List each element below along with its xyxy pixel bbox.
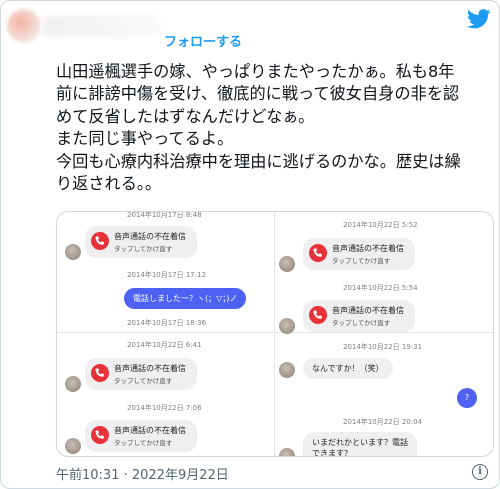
chat-timestamp: 2014年10月22日 19:31 [343,343,423,351]
missed-call-subtitle: タップしてかけ直す [114,439,173,447]
missed-call-bubble: 音声通話の不在着信 タップしてかけ直す [85,420,197,452]
tweet-line: り返される。。 [56,174,162,194]
avatar [65,438,81,454]
missed-call-icon [309,306,327,324]
missed-call-bubble: 音声通話の不在着信 タップしてかけ直す [303,238,415,270]
missed-call-bubble: 音声通話の不在着信 タップしてかけ直す [85,358,197,390]
missed-call-icon [309,244,327,262]
avatar [279,256,295,272]
author-name[interactable] [41,15,161,37]
author-avatar[interactable] [7,9,41,43]
missed-call-icon [91,232,109,250]
chat-timestamp: 2014年10月17日 18:36 [127,319,207,327]
divider [274,212,275,456]
tweet-timestamp[interactable]: 午前10:31 · 2022年9月22日 [56,464,229,483]
tweet-line: めて反省したはずなんだけどなぁ。 [56,106,315,126]
tweet-line: 前に誹謗中傷を受け、徹底的に戦って彼女自身の非を認 [56,84,460,104]
chat-timestamp: 2014年10月17日 8:48 [127,211,202,219]
message-line: いまだれかといます？電話 [312,438,408,447]
avatar [65,244,81,260]
missed-call-subtitle: タップしてかけ直す [114,377,173,385]
tweet-text: 山田遥楓選手の嫁、やっぱりまたやったかぁ。私も8年 前に誹謗中傷を受け、徹底的に… [56,61,496,195]
divider [57,332,493,333]
missed-call-title: 音声通話の不在着信 [332,244,404,253]
missed-call-subtitle: タップしてかけ直す [332,257,391,265]
missed-call-subtitle: タップしてかけ直す [114,245,173,253]
missed-call-bubble: 音声通話の不在着信 タップしてかけ直す [85,226,197,258]
sent-message-bubble: ? [457,388,477,408]
tweet-line: 今回も心療内科治療中を理由に逃げるのかな。歴史は繰 [56,151,461,171]
chat-timestamp: 2014年10月22日 6:41 [127,341,202,349]
received-message-bubble: いまだれかといます？電話 できます？ [303,432,417,457]
missed-call-bubble: 音声通話の不在着信 タップしてかけ直す [303,300,415,332]
chat-timestamp: 2014年10月22日 20:04 [343,418,423,426]
info-icon[interactable]: i [472,464,488,480]
missed-call-icon [91,426,109,444]
tweet-card: フォローする 山田遥楓選手の嫁、やっぱりまたやったかぁ。私も8年 前に誹謗中傷を… [0,0,500,489]
received-message-bubble: なんですか！（笑） [303,358,393,379]
sent-message-bubble: 電話しましたー？ヽ(；▽；)ノ [124,288,247,309]
twitter-bird-icon[interactable] [467,9,491,29]
avatar [65,376,81,392]
missed-call-subtitle: タップしてかけ直す [332,319,391,327]
avatar [279,362,295,378]
avatar [279,318,295,334]
tweet-line: また同じ事やってるよ。 [56,129,234,149]
missed-call-title: 音声通話の不在着信 [332,306,404,315]
missed-call-title: 音声通話の不在着信 [114,232,186,241]
tweet-line: 山田遥楓選手の嫁、やっぱりまたやったかぁ。私も8年 [56,62,455,81]
missed-call-icon [91,364,109,382]
message-line: できます？ [312,449,352,457]
avatar [279,448,295,456]
attached-image[interactable]: 2014年10月17日 8:48 音声通話の不在着信 タップしてかけ直す 201… [56,211,494,457]
follow-button[interactable]: フォローする [164,31,242,50]
missed-call-title: 音声通話の不在着信 [114,426,186,435]
chat-timestamp: 2014年10月22日 7:06 [127,404,202,412]
missed-call-title: 音声通話の不在着信 [114,364,186,373]
chat-timestamp: 2014年10月22日 5:54 [343,284,418,292]
chat-timestamp: 2014年10月17日 17:12 [127,271,207,279]
chat-timestamp: 2014年10月22日 5:52 [343,221,418,229]
